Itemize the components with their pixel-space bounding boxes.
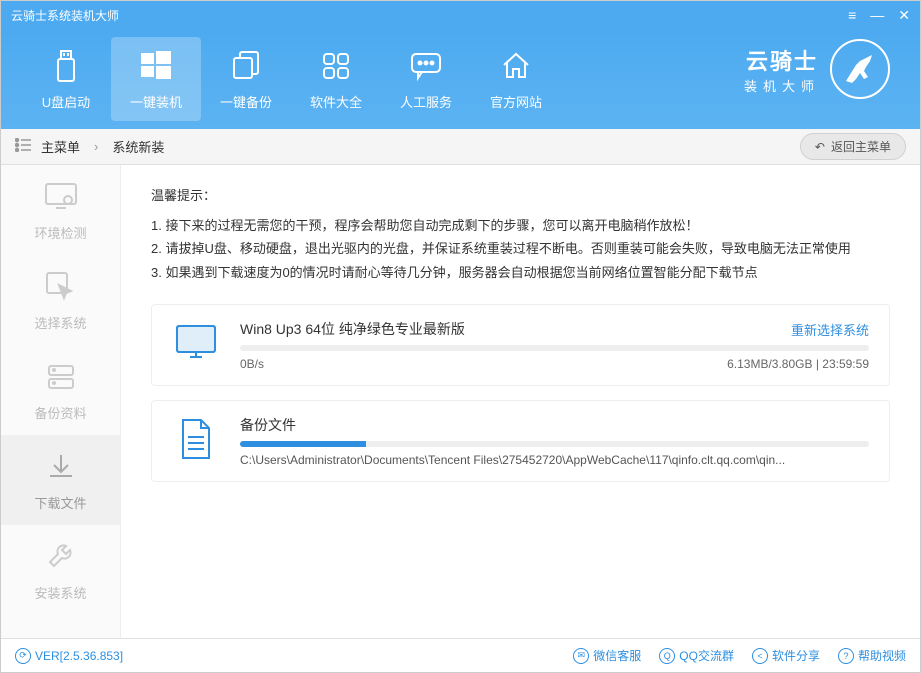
tip-line: 1. 接下来的过程无需您的干预，程序会帮助您自动完成剩下的步骤，您可以离开电脑稍…: [151, 214, 890, 237]
nav-label: 一键装机: [130, 92, 182, 111]
nav-software-store[interactable]: 软件大全: [291, 37, 381, 121]
backup-title: 备份文件: [240, 415, 296, 435]
sidebar-step-download-files[interactable]: 下载文件: [1, 435, 120, 525]
share-icon: <: [752, 648, 768, 664]
backup-panel: 备份文件 C:\Users\Administrator\Documents\Te…: [151, 400, 890, 482]
knight-logo-icon: [830, 39, 890, 99]
sidebar-label: 安装系统: [34, 583, 86, 602]
chat-icon: [408, 48, 444, 84]
back-to-main-button[interactable]: ↶ 返回主菜单: [800, 133, 906, 160]
minimize-icon[interactable]: —: [870, 8, 884, 22]
copy-icon: [228, 48, 264, 84]
brand-subtitle: 装机大师: [744, 76, 820, 95]
help-icon: ?: [838, 648, 854, 664]
window-controls: ≡ — ✕: [848, 8, 910, 22]
nav-official-site[interactable]: 官方网站: [471, 37, 561, 121]
wrench-icon: [43, 539, 79, 575]
tip-line: 2. 请拔掉U盘、移动硬盘，退出光驱内的光盘，并保证系统重装过程不断电。否则重装…: [151, 237, 890, 260]
list-icon: [15, 138, 31, 155]
apps-icon: [318, 48, 354, 84]
window-title: 云骑士系统装机大师: [11, 7, 848, 24]
file-icon: [172, 415, 220, 463]
footer-wechat-support[interactable]: ✉ 微信客服: [573, 647, 641, 664]
nav-label: U盘启动: [42, 92, 90, 111]
server-icon: [43, 359, 79, 395]
top-navigation: U盘启动 一键装机 一键备份 软件大全 人工服务: [1, 29, 920, 129]
brand-logo-area: 云骑士 装机大师: [744, 39, 890, 99]
backup-progress-bar: [240, 441, 869, 447]
content-area: 温馨提示： 1. 接下来的过程无需您的干预，程序会帮助您自动完成剩下的步骤，您可…: [121, 165, 920, 638]
footer-link-label: 软件分享: [772, 647, 820, 664]
windows-icon: [138, 48, 174, 84]
back-button-label: 返回主菜单: [831, 138, 891, 155]
back-arrow-icon: ↶: [815, 140, 825, 154]
home-icon: [498, 48, 534, 84]
download-panel: Win8 Up3 64位 纯净绿色专业最新版 重新选择系统 0B/s 6.13M…: [151, 304, 890, 386]
footer-link-label: 帮助视频: [858, 647, 906, 664]
backup-progress-fill: [240, 441, 366, 447]
nav-one-click-install[interactable]: 一键装机: [111, 37, 201, 121]
version-info[interactable]: ⟳ VER[2.5.36.853]: [15, 648, 123, 664]
download-speed: 0B/s: [240, 357, 264, 371]
sidebar-step-backup-data[interactable]: 备份资料: [1, 345, 120, 435]
breadcrumb-root[interactable]: 主菜单: [41, 137, 80, 156]
nav-label: 官方网站: [490, 92, 542, 111]
refresh-icon: ⟳: [15, 648, 31, 664]
footer-share[interactable]: < 软件分享: [752, 647, 820, 664]
footer-help-video[interactable]: ? 帮助视频: [838, 647, 906, 664]
usb-icon: [48, 48, 84, 84]
download-progress-bar: [240, 345, 869, 351]
qq-icon: Q: [659, 648, 675, 664]
close-icon[interactable]: ✕: [898, 8, 910, 22]
download-icon: [43, 449, 79, 485]
backup-file-path: C:\Users\Administrator\Documents\Tencent…: [240, 453, 869, 467]
footer-bar: ⟳ VER[2.5.36.853] ✉ 微信客服 Q QQ交流群 < 软件分享 …: [1, 638, 920, 672]
footer-link-label: 微信客服: [593, 647, 641, 664]
reselect-system-link[interactable]: 重新选择系统: [791, 320, 869, 339]
nav-one-click-backup[interactable]: 一键备份: [201, 37, 291, 121]
sidebar-label: 下载文件: [34, 493, 86, 512]
footer-link-label: QQ交流群: [679, 647, 734, 664]
sidebar-label: 备份资料: [34, 403, 86, 422]
breadcrumb-bar: 主菜单 › 系统新装 ↶ 返回主菜单: [1, 129, 920, 165]
main-area: 环境检测 选择系统 备份资料 下载文件: [1, 165, 920, 638]
brand-title: 云骑士: [744, 44, 820, 76]
titlebar: 云骑士系统装机大师 ≡ — ✕: [1, 1, 920, 29]
version-text: VER[2.5.36.853]: [35, 649, 123, 663]
wechat-icon: ✉: [573, 648, 589, 664]
tip-line: 3. 如果遇到下载速度为0的情况时请耐心等待几分钟，服务器会自动根据您当前网络位…: [151, 261, 890, 284]
sidebar: 环境检测 选择系统 备份资料 下载文件: [1, 165, 121, 638]
download-system-name: Win8 Up3 64位 纯净绿色专业最新版: [240, 319, 465, 339]
tips-heading: 温馨提示：: [151, 185, 890, 204]
sidebar-step-env-check[interactable]: 环境检测: [1, 165, 120, 255]
monitor-icon: [172, 319, 220, 367]
cursor-click-icon: [43, 269, 79, 305]
download-progress-text: 6.13MB/3.80GB | 23:59:59: [727, 357, 869, 371]
footer-qq-group[interactable]: Q QQ交流群: [659, 647, 734, 664]
menu-icon[interactable]: ≡: [848, 8, 856, 22]
nav-label: 软件大全: [310, 92, 362, 111]
tips-list: 1. 接下来的过程无需您的干预，程序会帮助您自动完成剩下的步骤，您可以离开电脑稍…: [151, 214, 890, 284]
sidebar-label: 选择系统: [34, 313, 86, 332]
sidebar-label: 环境检测: [34, 223, 86, 242]
sidebar-step-install-system[interactable]: 安装系统: [1, 525, 120, 615]
monitor-gear-icon: [43, 179, 79, 215]
nav-support[interactable]: 人工服务: [381, 37, 471, 121]
breadcrumb-current: 系统新装: [112, 137, 164, 156]
nav-label: 一键备份: [220, 92, 272, 111]
nav-usb-boot[interactable]: U盘启动: [21, 37, 111, 121]
sidebar-step-select-system[interactable]: 选择系统: [1, 255, 120, 345]
chevron-right-icon: ›: [94, 139, 98, 154]
nav-label: 人工服务: [400, 92, 452, 111]
